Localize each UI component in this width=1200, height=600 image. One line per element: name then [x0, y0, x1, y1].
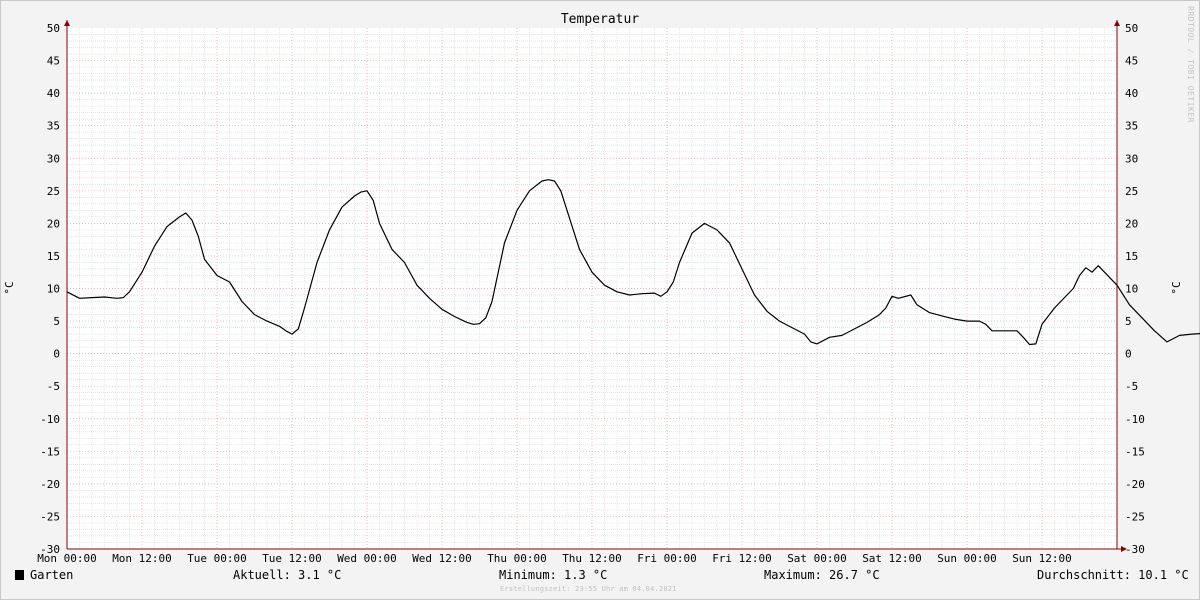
y-axis-label-right: °C [1170, 281, 1183, 294]
y-tick-label-right: 15 [1125, 250, 1138, 263]
legend-average: Durchschnitt: 10.1 °C [1037, 568, 1189, 582]
y-tick-label-left: 10 [47, 283, 60, 296]
x-tick-label: Mon 12:00 [112, 552, 172, 565]
y-tick-label-left: 20 [47, 217, 60, 230]
y-tick-label-left: 45 [47, 55, 60, 68]
y-tick-label-right: 45 [1125, 55, 1138, 68]
x-tick-label: Sun 12:00 [1012, 552, 1072, 565]
y-tick-label-left: -5 [47, 380, 60, 393]
y-tick-label-left: 30 [47, 152, 60, 165]
y-tick-label-right: 35 [1125, 120, 1138, 133]
y-tick-label-right: 10 [1125, 283, 1138, 296]
x-tick-label: Thu 00:00 [487, 552, 547, 565]
y-tick-label-left: 35 [47, 120, 60, 133]
y-tick-label-right: 5 [1125, 315, 1132, 328]
legend-swatch-garten [15, 570, 24, 580]
y-tick-label-right: 40 [1125, 87, 1138, 100]
y-tick-label-right: -5 [1125, 380, 1138, 393]
x-tick-label: Wed 00:00 [337, 552, 397, 565]
y-tick-label-right: -15 [1125, 445, 1145, 458]
y-tick-label-right: -10 [1125, 413, 1145, 426]
x-tick-label: Tue 00:00 [187, 552, 247, 565]
x-tick-label: Fri 12:00 [712, 552, 772, 565]
x-tick-label: Sat 00:00 [787, 552, 847, 565]
y-tick-label-left: -25 [40, 510, 60, 523]
y-tick-label-left: -10 [40, 413, 60, 426]
legend-current: Aktuell: 3.1 °C [233, 568, 342, 582]
x-tick-label: Mon 00:00 [37, 552, 97, 565]
x-tick-label: Wed 12:00 [412, 552, 472, 565]
legend-maximum: Maximum: 26.7 °C [764, 568, 880, 582]
creation-time: Erstellungszeit: 23:55 Uhr am 04.04.2021 [500, 585, 677, 593]
y-axis-label-left: °C [3, 281, 16, 294]
y-tick-label-right: 50 [1125, 22, 1138, 35]
y-axis-left-arrow [64, 20, 70, 26]
y-tick-label-right: -20 [1125, 478, 1145, 491]
y-tick-label-left: 0 [53, 348, 60, 361]
y-tick-label-right: 25 [1125, 185, 1138, 198]
y-tick-label-left: -20 [40, 478, 60, 491]
x-tick-label: Sun 00:00 [937, 552, 997, 565]
y-tick-label-right: -25 [1125, 510, 1145, 523]
x-tick-label: Fri 00:00 [637, 552, 697, 565]
y-tick-label-left: 15 [47, 250, 60, 263]
legend-series-name: Garten [30, 568, 74, 582]
y-tick-label-right: 0 [1125, 348, 1132, 361]
x-tick-label: Sat 12:00 [862, 552, 922, 565]
chart-title: Temperatur [561, 12, 639, 27]
y-tick-label-right: -30 [1125, 543, 1145, 556]
x-tick-label: Thu 12:00 [562, 552, 622, 565]
y-tick-label-right: 20 [1125, 217, 1138, 230]
y-tick-label-left: -15 [40, 445, 60, 458]
rrdtool-watermark: RRDTOOL / TOBI OETIKER [1186, 6, 1195, 123]
y-tick-label-left: 50 [47, 22, 60, 35]
y-axis-right-arrow [1114, 20, 1120, 26]
temperature-chart: 50 5045 4540 4035 3530 3025 2520 2015 1510 105 50 0… [3, 12, 1200, 565]
y-tick-label-left: 25 [47, 185, 60, 198]
y-tick-label-left: 40 [47, 87, 60, 100]
y-tick-label-right: 30 [1125, 152, 1138, 165]
legend-minimum: Minimum: 1.3 °C [499, 568, 608, 582]
x-tick-label: Tue 12:00 [262, 552, 322, 565]
y-tick-label-left: 5 [53, 315, 60, 328]
